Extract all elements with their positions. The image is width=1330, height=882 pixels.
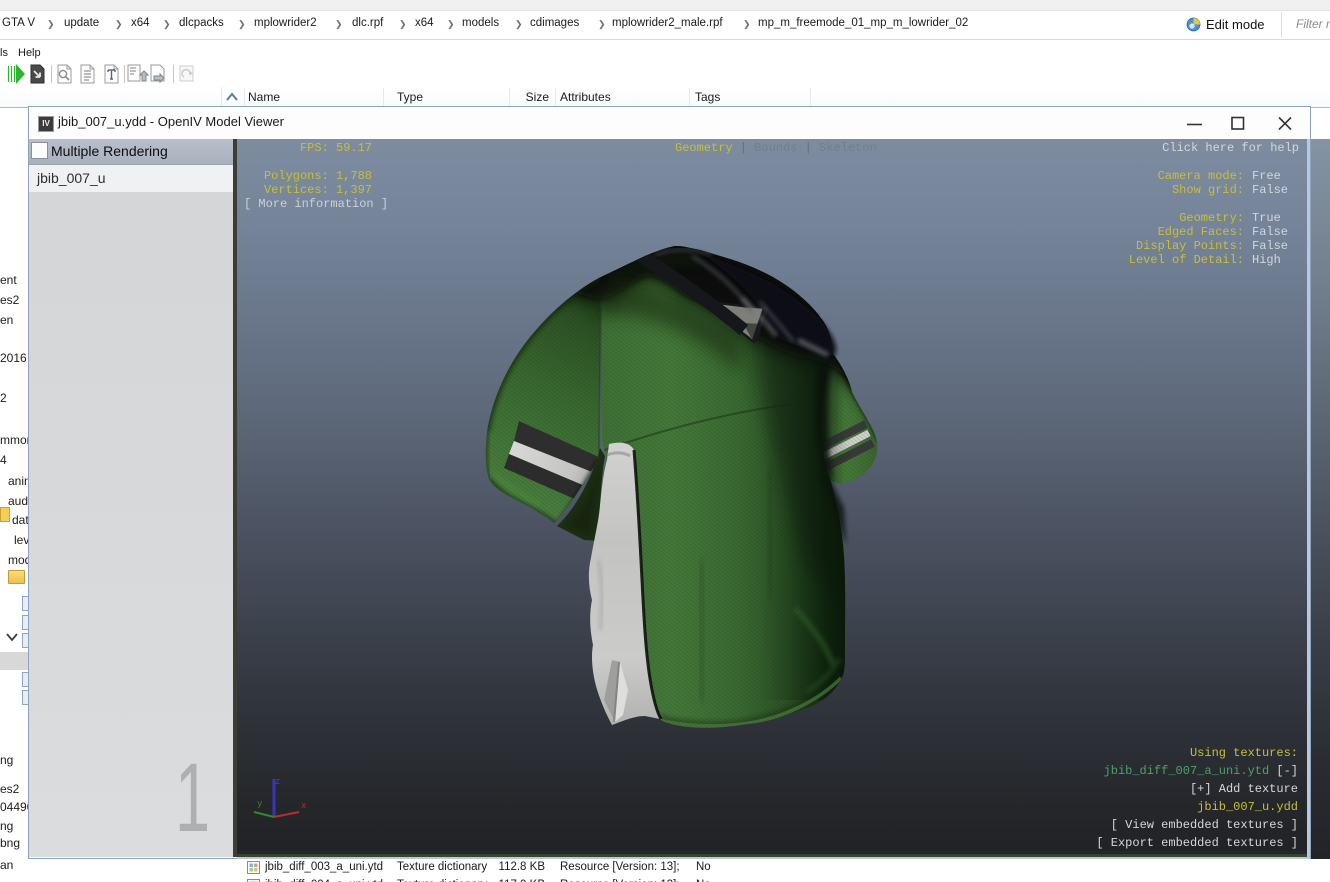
svg-text:y: y xyxy=(257,799,263,809)
svg-text:x: x xyxy=(301,801,306,811)
svg-text:z: z xyxy=(275,777,280,787)
